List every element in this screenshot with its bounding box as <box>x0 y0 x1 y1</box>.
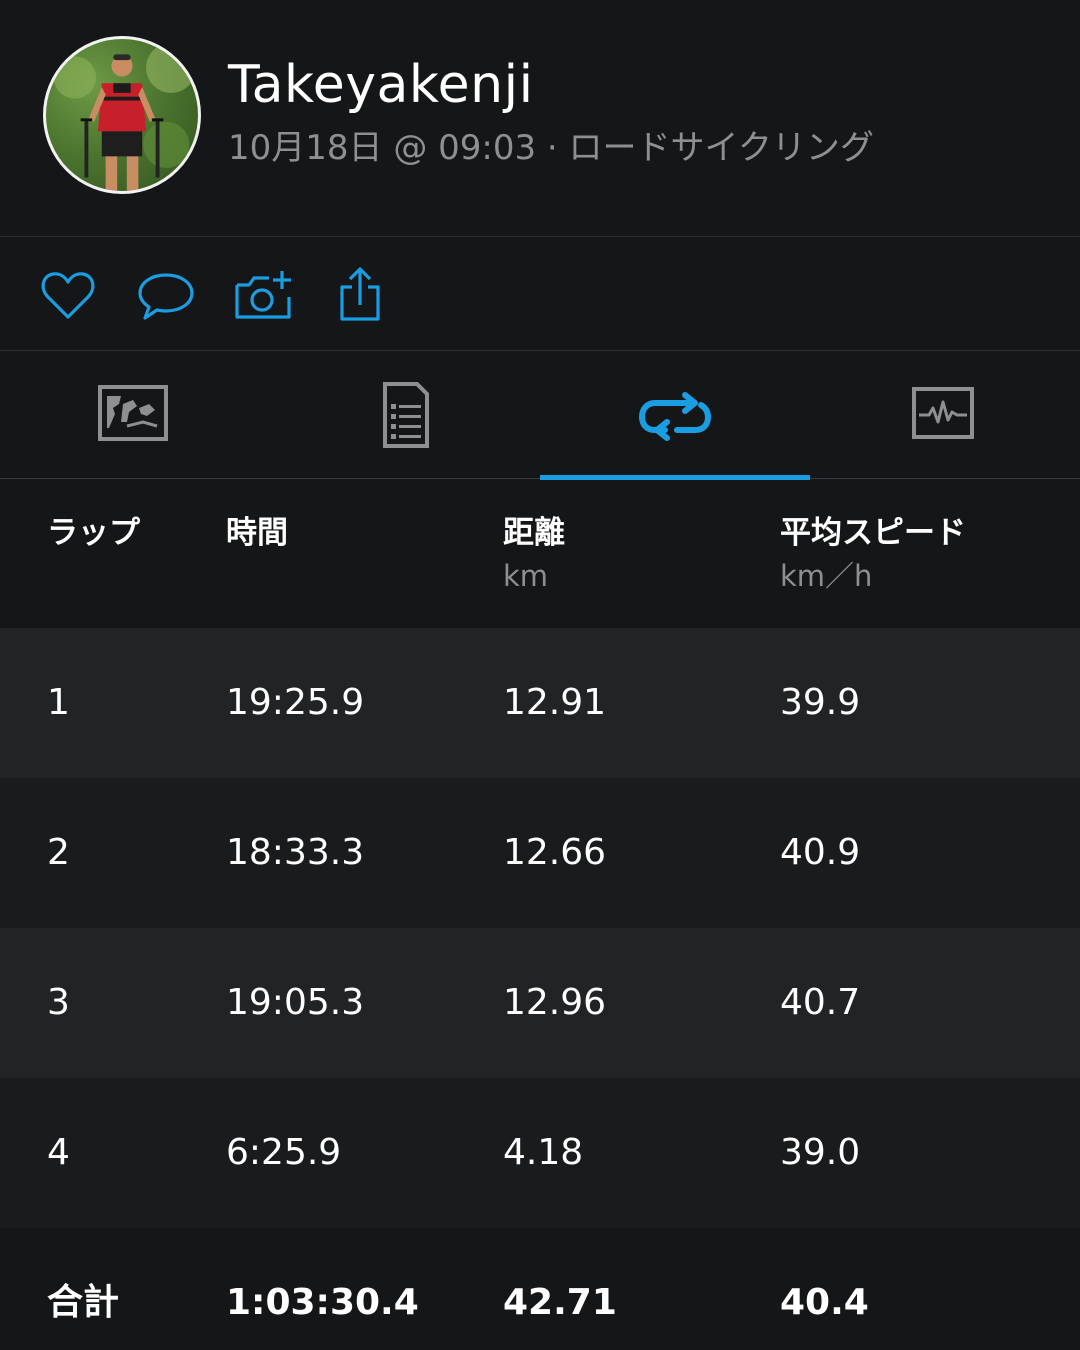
lap-avg-speed: 40.9 <box>780 832 861 873</box>
lap-number: 3 <box>47 982 70 1023</box>
laps-table: ラップ 時間 距離 km 平均スピード km／h 1 19:25.9 12.91… <box>0 480 1080 1350</box>
lap-distance: 12.91 <box>503 682 607 723</box>
column-unit-distance: km <box>503 559 549 593</box>
total-label: 合計 <box>47 1282 120 1323</box>
column-header-avg-speed: 平均スピード <box>780 515 966 551</box>
column-header-lap: ラップ <box>47 515 140 551</box>
tab-laps[interactable] <box>540 352 810 480</box>
charts-tab-icon <box>912 387 974 439</box>
comment-icon[interactable] <box>136 265 196 325</box>
lap-number: 4 <box>47 1132 70 1173</box>
action-bar <box>0 237 1080 351</box>
activity-tabs <box>0 352 1080 480</box>
table-row[interactable]: 4 6:25.9 4.18 39.0 <box>0 1078 1080 1228</box>
tab-map[interactable] <box>0 352 270 479</box>
table-header: ラップ 時間 距離 km 平均スピード km／h <box>0 480 1080 628</box>
lap-distance: 12.96 <box>503 982 607 1023</box>
lap-time: 19:05.3 <box>226 982 365 1023</box>
lap-time: 6:25.9 <box>226 1132 342 1173</box>
total-distance: 42.71 <box>503 1282 617 1323</box>
lap-distance: 12.66 <box>503 832 607 873</box>
total-avg-speed: 40.4 <box>780 1282 869 1323</box>
lap-distance: 4.18 <box>503 1132 584 1173</box>
activity-header: Takeyakenji 10月18日 @ 09:03 · ロードサイクリング <box>0 0 1080 237</box>
column-unit-avg-speed: km／h <box>780 559 873 593</box>
avatar-photo <box>53 42 197 191</box>
laps-tab-icon <box>638 392 712 441</box>
heart-icon[interactable] <box>38 265 98 325</box>
lap-avg-speed: 40.7 <box>780 982 861 1023</box>
add-photo-icon[interactable] <box>233 265 293 325</box>
tab-stats[interactable] <box>270 352 540 479</box>
table-row[interactable]: 2 18:33.3 12.66 40.9 <box>0 778 1080 928</box>
stats-tab-icon <box>383 382 429 448</box>
lap-avg-speed: 39.0 <box>780 1132 861 1173</box>
avatar[interactable] <box>43 36 201 194</box>
tab-charts[interactable] <box>810 352 1080 479</box>
share-icon[interactable] <box>330 265 390 325</box>
lap-time: 19:25.9 <box>226 682 365 723</box>
map-tab-icon <box>98 385 168 441</box>
table-row[interactable]: 1 19:25.9 12.91 39.9 <box>0 628 1080 778</box>
lap-time: 18:33.3 <box>226 832 365 873</box>
lap-avg-speed: 39.9 <box>780 682 861 723</box>
lap-number: 1 <box>47 682 70 723</box>
table-row[interactable]: 3 19:05.3 12.96 40.7 <box>0 928 1080 1078</box>
lap-number: 2 <box>47 832 70 873</box>
table-total-row: 合計 1:03:30.4 42.71 40.4 <box>0 1228 1080 1350</box>
column-header-distance: 距離 <box>503 515 565 551</box>
total-time: 1:03:30.4 <box>226 1282 419 1323</box>
column-header-time: 時間 <box>226 515 288 551</box>
activity-meta: 10月18日 @ 09:03 · ロードサイクリング <box>228 128 874 168</box>
user-name[interactable]: Takeyakenji <box>228 55 534 115</box>
